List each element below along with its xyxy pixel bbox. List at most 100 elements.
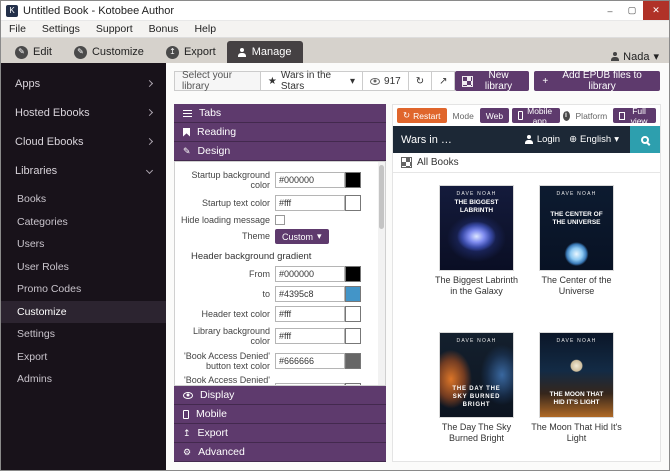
- theme-dropdown[interactable]: Custom ▾: [275, 229, 329, 244]
- design-scrollbar[interactable]: [378, 162, 385, 385]
- tab-edit[interactable]: ✎ Edit: [4, 41, 63, 63]
- user-menu[interactable]: Nada ▾: [610, 50, 669, 63]
- books-grid: DAVE NOAH THE BIGGEST LABRINTH The Bigge…: [429, 173, 625, 461]
- book-cover[interactable]: DAVE NOAH THE CENTER OF THE UNIVERSE: [540, 186, 613, 270]
- theme-value: Custom: [282, 232, 313, 242]
- sidebar-item-users[interactable]: Users: [1, 233, 166, 256]
- header-text-input[interactable]: [275, 306, 345, 322]
- scrollbar-thumb[interactable]: [379, 165, 384, 229]
- startup-text-swatch[interactable]: [345, 195, 361, 211]
- sidebar-item-hosted-ebooks[interactable]: Hosted Ebooks: [1, 98, 166, 127]
- gear-icon: ⚙: [183, 448, 191, 457]
- gradient-from-swatch[interactable]: [345, 266, 361, 282]
- all-books-label: All Books: [417, 157, 459, 168]
- accordion-tabs-label: Tabs: [199, 107, 221, 119]
- book-cover[interactable]: DAVE NOAH THE MOON THAT HID IT'S LIGHT: [540, 333, 613, 417]
- cover-author: DAVE NOAH: [440, 191, 513, 197]
- library-dropdown[interactable]: ★ Wars in the Stars ▾: [260, 71, 363, 91]
- book-item[interactable]: DAVE NOAH THE DAY THE SKY BURNED BRIGHT …: [429, 333, 525, 462]
- refresh-icon: ↻: [416, 76, 424, 87]
- caret-down-icon: ▾: [350, 76, 355, 87]
- tab-manage-label: Manage: [252, 46, 292, 58]
- full-view-button[interactable]: Full view: [613, 108, 656, 123]
- menu-file[interactable]: File: [1, 23, 34, 35]
- share-button[interactable]: ↗: [431, 71, 455, 91]
- accordion-tabs[interactable]: Tabs: [174, 104, 386, 123]
- tab-customize-label: Customize: [92, 46, 144, 58]
- main-area: Apps Hosted Ebooks Cloud Ebooks Librarie…: [1, 63, 669, 470]
- sidebar-item-admins[interactable]: Admins: [1, 368, 166, 391]
- book-item[interactable]: DAVE NOAH THE MOON THAT HID IT'S LIGHT T…: [529, 333, 625, 462]
- all-books-tab[interactable]: All Books: [393, 153, 660, 173]
- sidebar-item-cloud-ebooks[interactable]: Cloud Ebooks: [1, 127, 166, 156]
- sidebar-item-promo-codes[interactable]: Promo Codes: [1, 278, 166, 301]
- preview-library-title: Wars in …: [393, 134, 525, 146]
- close-icon[interactable]: ✕: [643, 1, 669, 20]
- field-label: Theme: [177, 231, 275, 241]
- denied-bg-swatch[interactable]: [345, 383, 361, 386]
- sub-item-label: Settings: [17, 328, 55, 340]
- sidebar-item-books[interactable]: Books: [1, 188, 166, 211]
- search-button[interactable]: [630, 126, 660, 153]
- accordion-reading[interactable]: Reading: [174, 123, 386, 142]
- gradient-to-swatch[interactable]: [345, 286, 361, 302]
- expand-icon: [619, 112, 625, 120]
- preview-controls: ↻ Restart Mode Web Mobile app i Platform: [393, 105, 660, 126]
- restart-button[interactable]: ↻ Restart: [397, 108, 447, 123]
- new-library-button[interactable]: New library: [455, 71, 529, 91]
- sidebar-item-user-roles[interactable]: User Roles: [1, 256, 166, 279]
- web-mode-button[interactable]: Web: [480, 108, 509, 123]
- accordion-design[interactable]: ✎ Design: [174, 142, 386, 161]
- add-epub-button[interactable]: + Add EPUB files to library: [534, 71, 660, 91]
- sidebar-item-libraries[interactable]: Libraries: [1, 156, 166, 185]
- sidebar-item-customize[interactable]: Customize: [1, 301, 166, 324]
- tab-export-label: Export: [184, 46, 216, 58]
- tab-export[interactable]: ↥ Export: [155, 41, 227, 63]
- info-icon[interactable]: i: [563, 111, 570, 121]
- toolbar: ✎ Edit ✎ Customize ↥ Export Manage Nada …: [1, 38, 669, 63]
- mobile-mode-button[interactable]: Mobile app: [512, 108, 559, 123]
- hide-loading-checkbox[interactable]: [275, 215, 285, 225]
- sidebar-item-categories[interactable]: Categories: [1, 211, 166, 234]
- gradient-to-input[interactable]: [275, 286, 345, 302]
- startup-text-input[interactable]: [275, 195, 345, 211]
- denied-text-swatch[interactable]: [345, 353, 361, 369]
- denied-text-input[interactable]: [275, 353, 345, 369]
- minimize-icon[interactable]: –: [599, 1, 621, 20]
- startup-bg-input[interactable]: [275, 172, 345, 188]
- sidebar-item-settings[interactable]: Settings: [1, 323, 166, 346]
- startup-bg-swatch[interactable]: [345, 172, 361, 188]
- accordion-display[interactable]: Display: [174, 386, 386, 405]
- tab-manage[interactable]: Manage: [227, 41, 303, 63]
- accordion-advanced[interactable]: ⚙ Advanced: [174, 443, 386, 462]
- tab-customize[interactable]: ✎ Customize: [63, 41, 155, 63]
- accordion-mobile[interactable]: Mobile: [174, 405, 386, 424]
- book-item[interactable]: DAVE NOAH THE BIGGEST LABRINTH The Bigge…: [429, 186, 525, 315]
- sub-item-label: User Roles: [17, 261, 69, 273]
- design-settings-panel: Startup background color Startup text co…: [174, 161, 386, 386]
- view-count-value: 917: [384, 76, 401, 87]
- header-text-swatch[interactable]: [345, 306, 361, 322]
- maximize-icon[interactable]: ▢: [621, 1, 643, 20]
- menu-help[interactable]: Help: [186, 23, 224, 35]
- book-cover[interactable]: DAVE NOAH THE BIGGEST LABRINTH: [440, 186, 513, 270]
- library-bg-input[interactable]: [275, 328, 345, 344]
- language-dropdown[interactable]: ⊕ English ▾: [569, 134, 619, 145]
- menu-lines-icon: [183, 110, 192, 117]
- menu-bonus[interactable]: Bonus: [141, 23, 187, 35]
- accordion-export[interactable]: ↥ Export: [174, 424, 386, 443]
- gradient-from-input[interactable]: [275, 266, 345, 282]
- book-cover[interactable]: DAVE NOAH THE DAY THE SKY BURNED BRIGHT: [440, 333, 513, 417]
- sub-item-label: Users: [17, 238, 44, 250]
- book-item[interactable]: DAVE NOAH THE CENTER OF THE UNIVERSE The…: [529, 186, 625, 315]
- login-link[interactable]: Login: [525, 134, 560, 145]
- menu-settings[interactable]: Settings: [34, 23, 88, 35]
- refresh-button[interactable]: ↻: [408, 71, 432, 91]
- sidebar-item-export[interactable]: Export: [1, 346, 166, 369]
- denied-bg-input[interactable]: [275, 383, 345, 386]
- menu-support[interactable]: Support: [88, 23, 141, 35]
- sidebar-item-apps[interactable]: Apps: [1, 69, 166, 98]
- book-caption: The Day The Sky Burned Bright: [431, 422, 523, 445]
- cover-author: DAVE NOAH: [540, 191, 613, 197]
- library-bg-swatch[interactable]: [345, 328, 361, 344]
